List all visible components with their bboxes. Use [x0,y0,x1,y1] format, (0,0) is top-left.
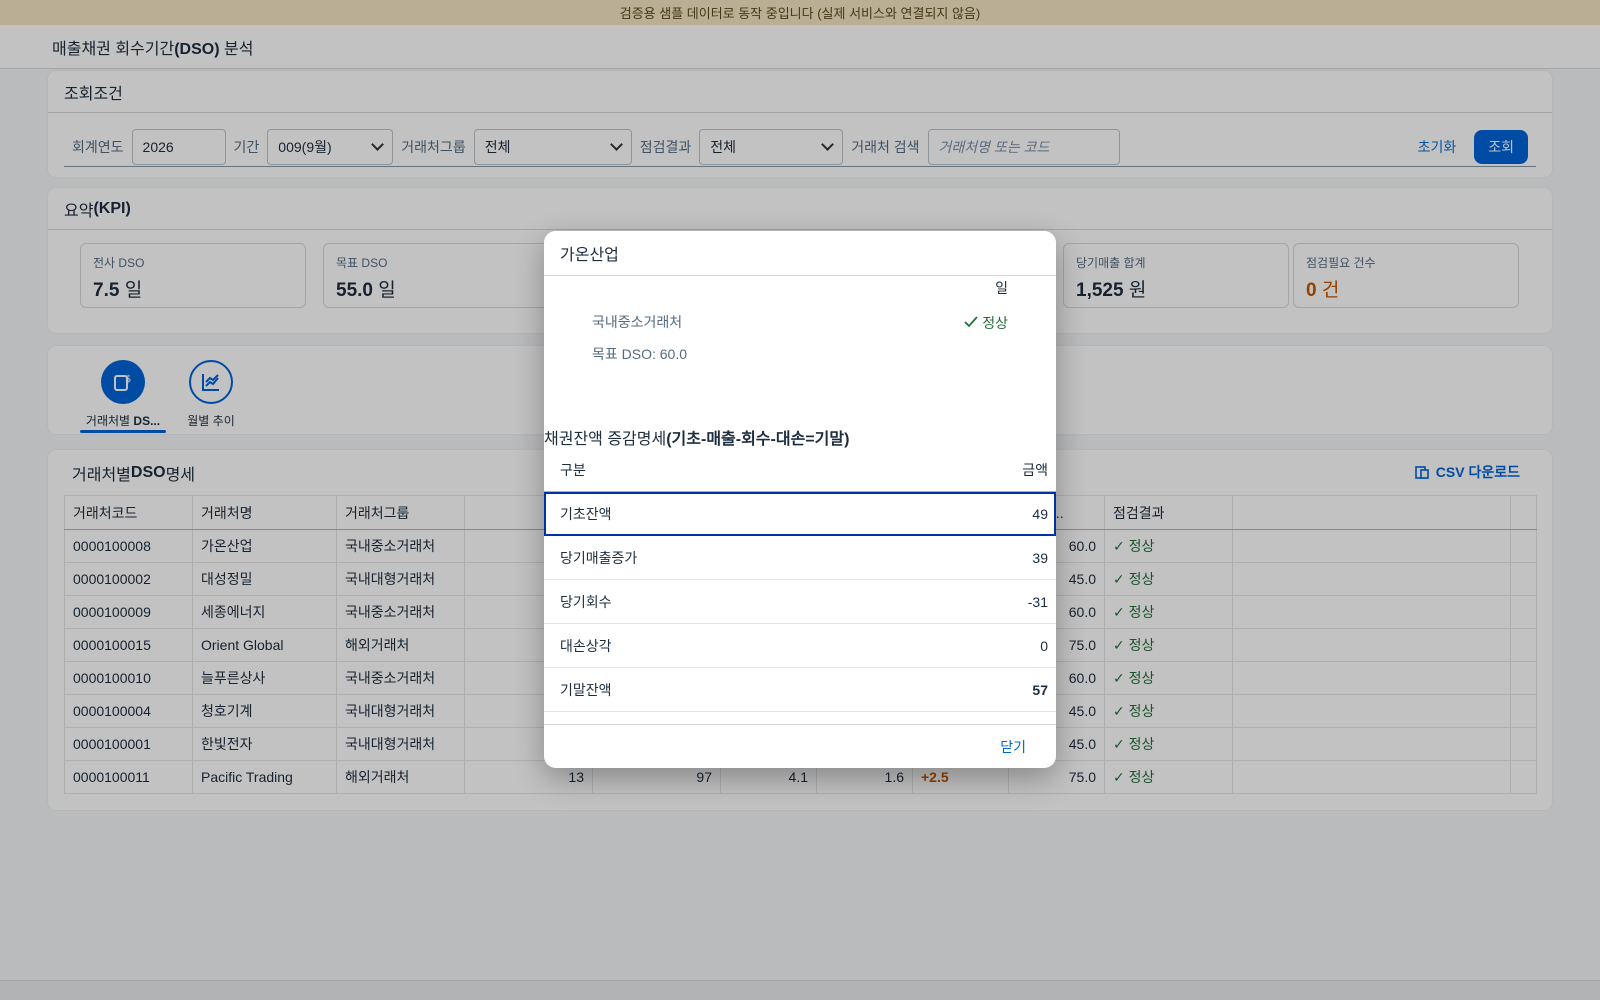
customer-group-text: 국내중소거래처 [592,314,683,330]
dialog-footer: 닫기 [544,724,1056,768]
status-badge: 정상 [964,313,1008,333]
recon-row-opening[interactable]: 기초잔액 49 [544,492,1056,536]
close-button[interactable]: 닫기 [1000,737,1026,757]
dialog-content[interactable]: 일 국내중소거래처 정상 목표 DSO: 60.0 채권잔액 증감명세(기초-매… [544,276,1056,724]
recon-row-baddebt[interactable]: 대손상각 0 [544,624,1056,668]
reconciliation-title: 채권잔액 증감명세(기초-매출-회수-대손=기말) [544,431,850,448]
checkmark-icon [964,316,979,328]
recon-row-closing[interactable]: 기말잔액 57 [544,668,1056,712]
target-dso-text: 목표 DSO: 60.0 [592,346,688,362]
reconciliation-header: 구분 금액 [544,448,1056,492]
recon-row-sales[interactable]: 당기매출증가 39 [544,536,1056,580]
reconciliation-table: 구분 금액 기초잔액 49 당기매출증가 39 당기회수 -31 대손상각 0 기말잔액… [544,448,1056,712]
object-number-unit: 일 [995,280,1008,296]
dialog-title: 가온산업 [544,231,1056,276]
customer-detail-dialog: 가온산업 일 국내중소거래처 정상 목표 DSO: 60.0 채권잔액 증감명세… [544,231,1056,768]
recon-row-collection[interactable]: 당기회수 -31 [544,580,1056,624]
